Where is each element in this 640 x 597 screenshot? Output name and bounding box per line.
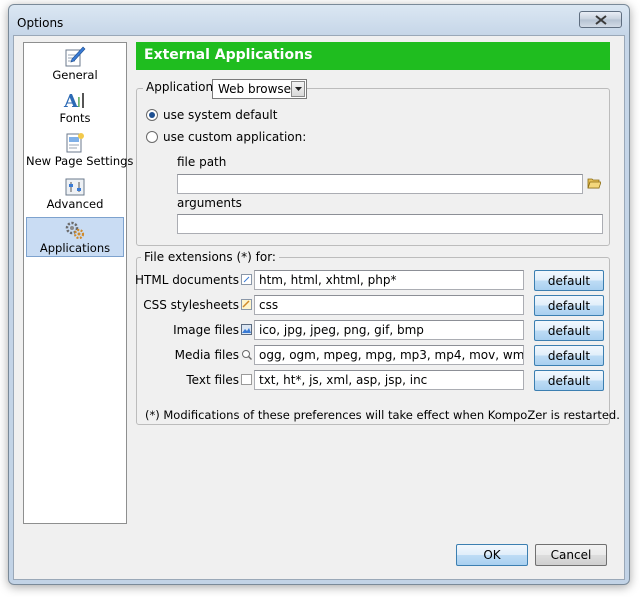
title-bar: Options bbox=[9, 5, 629, 33]
css-file-icon bbox=[241, 299, 252, 310]
new-page-icon bbox=[66, 133, 84, 153]
folder-open-icon bbox=[587, 178, 602, 189]
extension-row-html: HTML documents htm, html, xhtml, php* de… bbox=[134, 270, 607, 292]
extension-input[interactable]: css bbox=[254, 295, 524, 315]
radio-label: use custom application: bbox=[163, 130, 307, 144]
radio-label: use system default bbox=[163, 108, 278, 122]
media-file-icon bbox=[242, 350, 252, 360]
radio-custom-application[interactable]: use custom application: bbox=[146, 129, 306, 145]
chevron-down-icon bbox=[294, 87, 302, 91]
radio-system-default[interactable]: use system default bbox=[146, 107, 277, 123]
svg-text:I: I bbox=[77, 96, 81, 111]
fonts-icon: A I bbox=[63, 91, 84, 111]
default-button[interactable]: default bbox=[534, 270, 604, 291]
extension-row-media: Media files ogg, ogm, mpeg, mpg, mp3, mp… bbox=[137, 345, 607, 367]
html-file-icon bbox=[241, 274, 252, 285]
extension-input[interactable]: htm, html, xhtml, php* bbox=[254, 270, 524, 290]
arguments-input[interactable] bbox=[177, 214, 603, 234]
file-extensions-group: File extensions (*) for: HTML documents … bbox=[134, 250, 620, 425]
close-button[interactable] bbox=[579, 11, 622, 28]
default-button[interactable]: default bbox=[534, 320, 604, 341]
image-file-icon bbox=[241, 324, 252, 335]
application-group: Application: Web browser use system defa… bbox=[136, 79, 610, 246]
sidebar-item-label: Advanced bbox=[46, 197, 104, 211]
close-icon bbox=[594, 14, 607, 25]
ok-button[interactable]: OK bbox=[456, 544, 528, 566]
page-title: External Applications bbox=[136, 42, 610, 70]
file-path-label: file path bbox=[177, 155, 227, 169]
sidebar-item-fonts[interactable]: A I Fonts bbox=[26, 88, 124, 128]
radio-button[interactable] bbox=[146, 131, 158, 143]
sidebar-item-general[interactable]: General bbox=[26, 45, 124, 85]
sidebar-item-advanced[interactable]: Advanced bbox=[26, 174, 124, 214]
default-button[interactable]: default bbox=[534, 370, 604, 391]
application-select[interactable]: Web browser bbox=[212, 79, 307, 99]
text-file-icon bbox=[241, 374, 252, 385]
dropdown-arrow[interactable] bbox=[291, 81, 305, 97]
sidebar-item-label: Fonts bbox=[59, 111, 91, 125]
extension-label: HTML documents bbox=[134, 273, 239, 287]
dialog-body: General A I Fonts New Page Settings Adva… bbox=[13, 35, 625, 580]
extension-label: Media files bbox=[174, 348, 239, 362]
default-button[interactable]: default bbox=[534, 345, 604, 366]
application-label: Application: bbox=[143, 80, 221, 94]
extension-row-text: Text files txt, ht*, js, xml, asp, jsp, … bbox=[137, 370, 607, 392]
extension-label: CSS stylesheets bbox=[143, 298, 239, 312]
cancel-button[interactable]: Cancel bbox=[535, 544, 607, 566]
extension-label: Image files bbox=[173, 323, 239, 337]
gears-icon bbox=[65, 221, 85, 240]
sidebar-item-applications[interactable]: Applications bbox=[26, 217, 124, 257]
extension-label: Text files bbox=[186, 373, 239, 387]
extension-row-image: Image files ico, jpg, jpeg, png, gif, bm… bbox=[137, 320, 607, 342]
extension-row-css: CSS stylesheets css default bbox=[137, 295, 607, 317]
sidebar-item-new-page-settings[interactable]: New Page Settings bbox=[26, 131, 134, 171]
extension-input[interactable]: txt, ht*, js, xml, asp, jsp, inc bbox=[254, 370, 524, 390]
radio-button-checked[interactable] bbox=[146, 109, 158, 121]
options-dialog: Options General A I Fonts New Page Setti… bbox=[8, 4, 630, 585]
arguments-label: arguments bbox=[177, 196, 242, 210]
browse-folder-button[interactable] bbox=[587, 176, 602, 193]
file-extensions-caption: File extensions (*) for: bbox=[141, 250, 279, 264]
default-button[interactable]: default bbox=[534, 295, 604, 316]
category-sidebar: General A I Fonts New Page Settings Adva… bbox=[23, 42, 134, 524]
window-title: Options bbox=[17, 16, 64, 30]
sidebar-item-label: Applications bbox=[39, 241, 111, 255]
sidebar-item-label: New Page Settings bbox=[26, 154, 134, 168]
advanced-icon bbox=[65, 178, 85, 196]
file-path-input[interactable] bbox=[177, 174, 583, 194]
application-select-value: Web browser bbox=[218, 82, 296, 96]
extension-input[interactable]: ico, jpg, jpeg, png, gif, bmp bbox=[254, 320, 524, 340]
restart-note: (*) Modifications of these preferences w… bbox=[145, 408, 620, 422]
pen-paper-icon bbox=[65, 46, 86, 67]
sidebar-item-label: General bbox=[52, 68, 98, 82]
extension-input[interactable]: ogg, ogm, mpeg, mpg, mp3, mp4, mov, wma,… bbox=[254, 345, 524, 365]
